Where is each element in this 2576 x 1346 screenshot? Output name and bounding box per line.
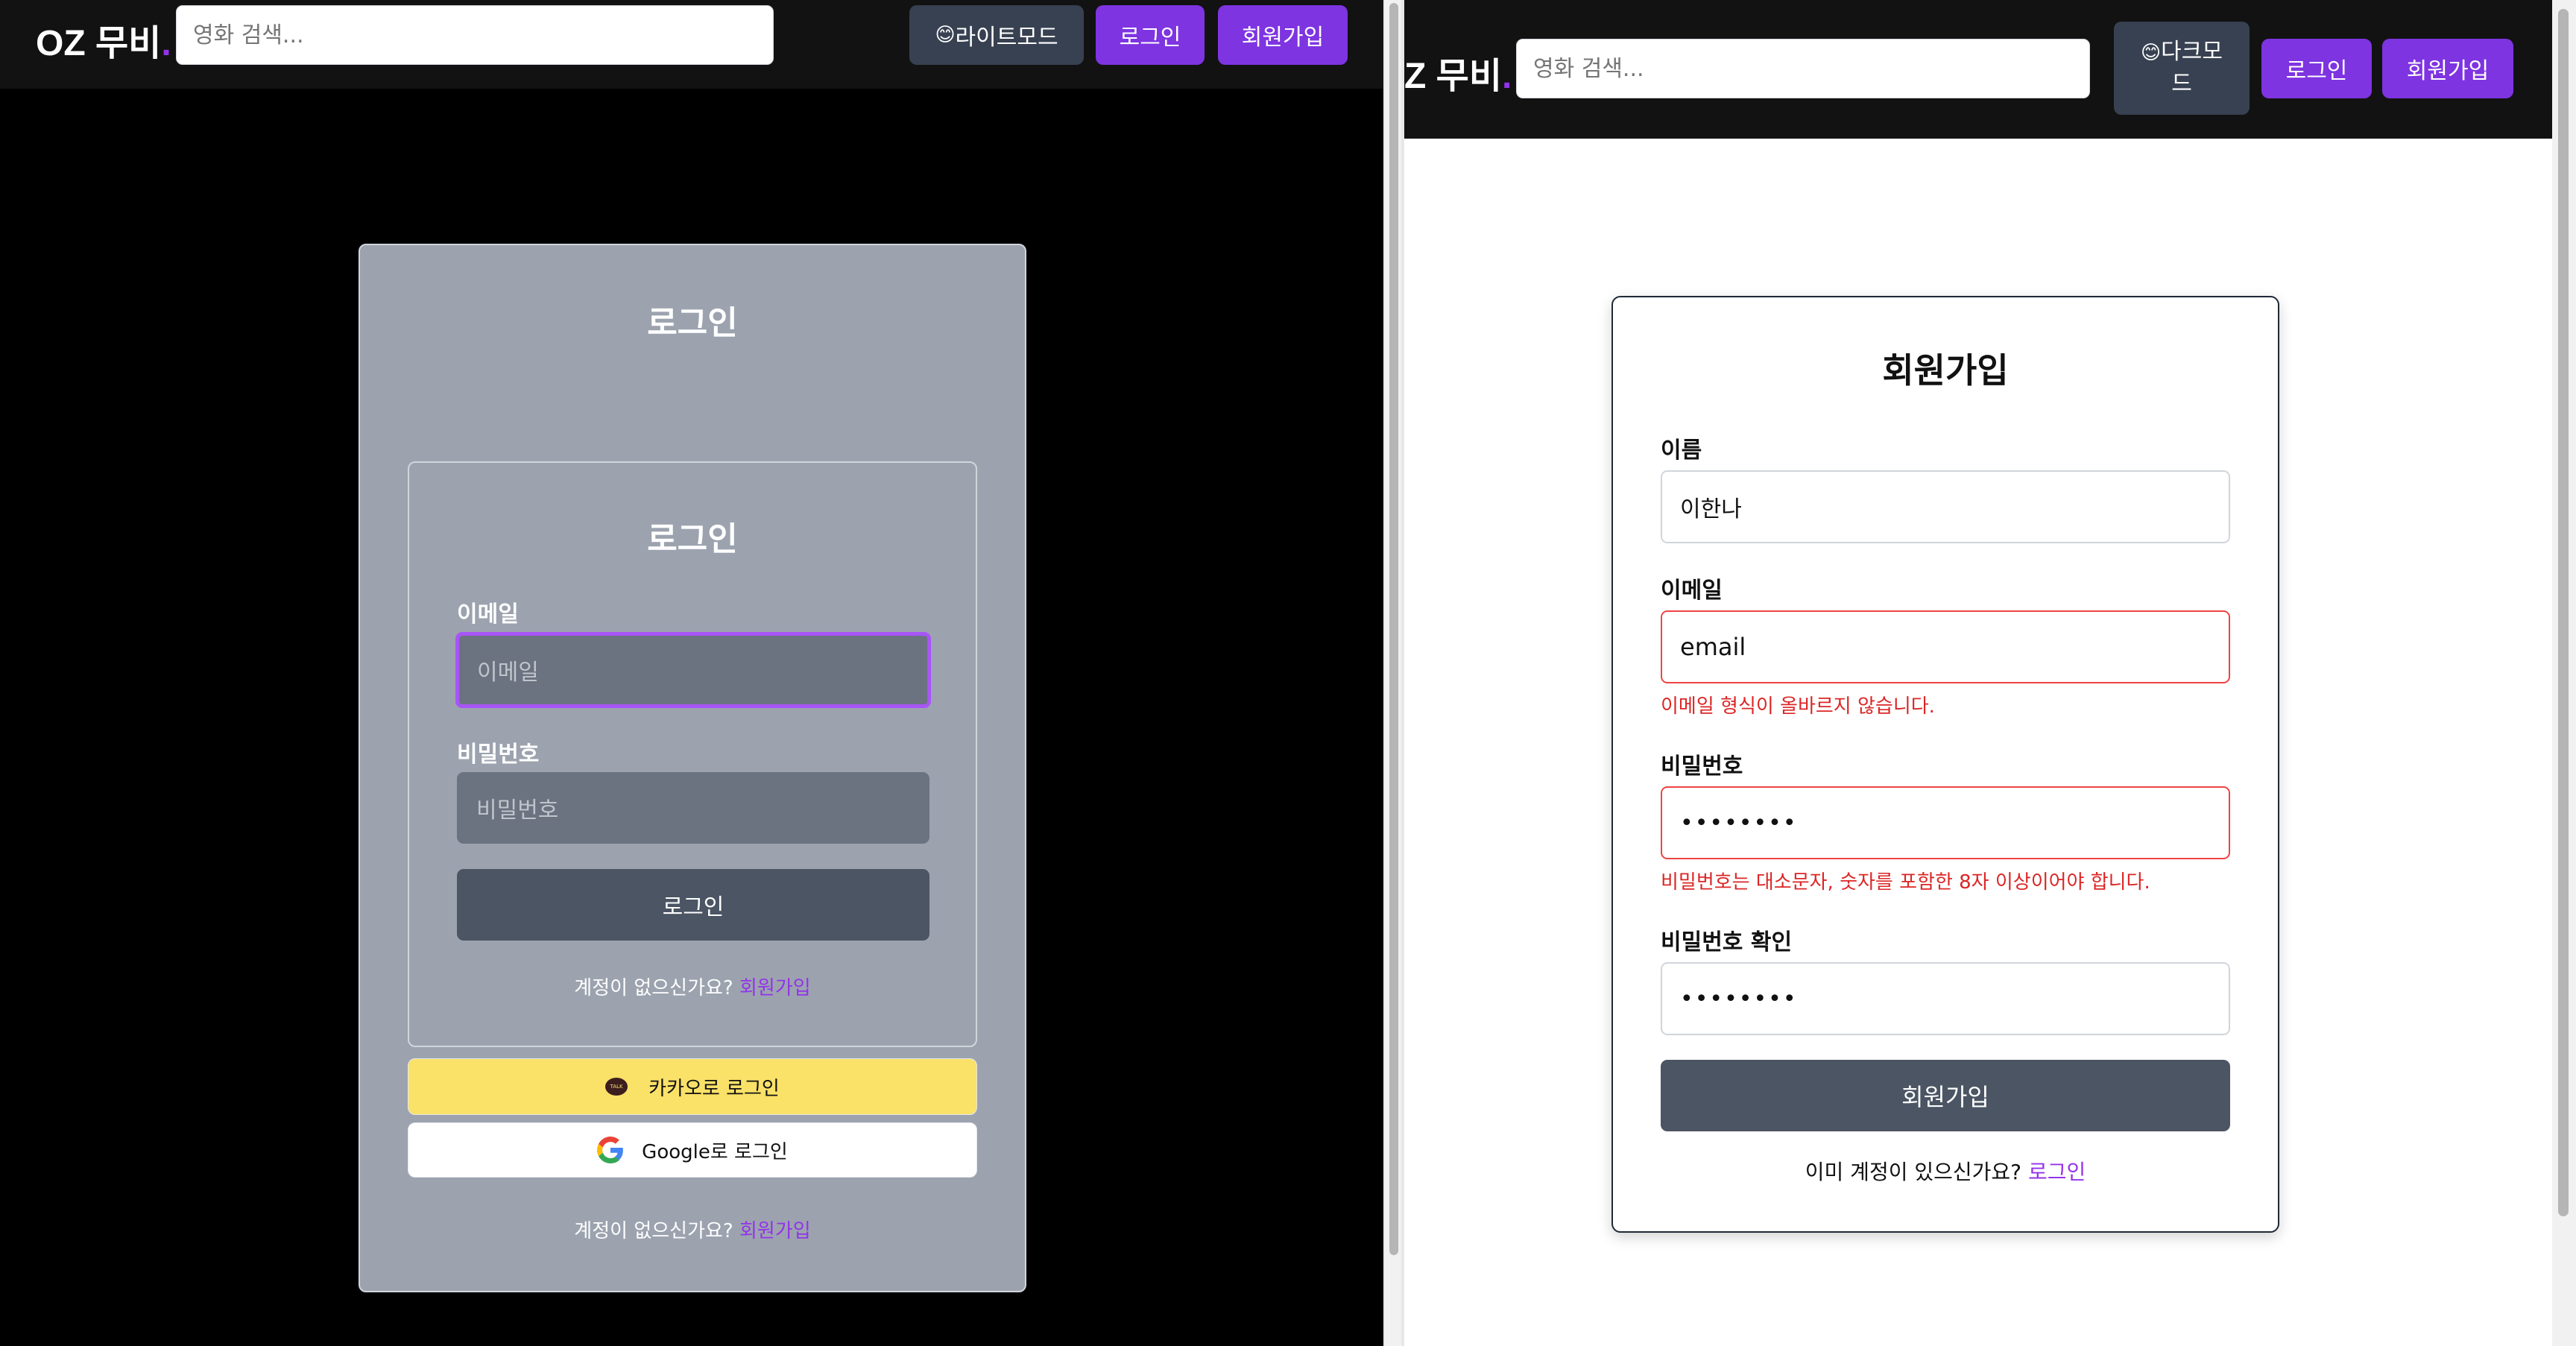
theme-toggle-button[interactable]: 😊다크모 드 <box>2114 22 2250 115</box>
login-button[interactable]: 로그인 <box>1096 5 1205 65</box>
smile-icon: 😊 <box>2141 42 2162 64</box>
theme-toggle-line1: 😊다크모 <box>2141 37 2223 69</box>
login-card: 로그인 이메일 이메일 비밀번호 비밀번호 로그인 계정이 없으신가요? 회원가… <box>408 461 977 1047</box>
signup-submit-button[interactable]: 회원가입 <box>1661 1060 2230 1131</box>
password-field[interactable]: 비밀번호 <box>457 772 929 844</box>
password-field[interactable]: •••••••• <box>1661 786 2230 859</box>
signup-button[interactable]: 회원가입 <box>2382 39 2513 98</box>
confirm-password-label: 비밀번호 확인 <box>1661 929 1793 955</box>
signup-prompt: 계정이 없으신가요? 회원가입 <box>409 973 976 1000</box>
email-field[interactable]: email <box>1661 610 2230 683</box>
login-submit-button[interactable]: 로그인 <box>457 869 929 941</box>
confirm-password-field[interactable]: •••••••• <box>1661 962 2230 1035</box>
navbar: OZ 무비. 😊라이트모드 로그인 회원가입 <box>0 0 1383 89</box>
theme-toggle-label: 다크모 <box>2161 39 2223 65</box>
logo[interactable]: Z 무비. <box>1404 46 1512 98</box>
navbar: Z 무비. 😊다크모 드 로그인 회원가입 <box>1404 0 2552 139</box>
left-scrollbar-thumb[interactable] <box>1389 3 1398 1255</box>
search-input[interactable] <box>1516 39 2090 98</box>
logo-dot: . <box>1501 57 1512 96</box>
panel-title: 로그인 <box>647 304 738 342</box>
signup-button[interactable]: 회원가입 <box>1218 5 1348 65</box>
smile-icon: 😊 <box>935 24 956 46</box>
email-error-message: 이메일 형식이 올바르지 않습니다. <box>1661 695 1935 718</box>
login-link[interactable]: 로그인 <box>2028 1160 2086 1184</box>
bottom-signup-link[interactable]: 회원가입 <box>739 1220 811 1242</box>
login-prompt: 이미 계정이 있으신가요? 로그인 <box>1613 1156 2278 1186</box>
theme-toggle-label: 라이트모드 <box>955 25 1058 51</box>
signup-prompt-text: 계정이 없으신가요? <box>574 977 733 999</box>
signup-card: 회원가입 이름 이한나 이메일 email 이메일 형식이 올바르지 않습니다.… <box>1611 296 2279 1233</box>
right-scrollbar-thumb[interactable] <box>2558 9 2569 1216</box>
theme-toggle-button[interactable]: 😊 라이트모드 <box>909 5 1084 65</box>
kakao-login-label: 카카오로 로그인 <box>648 1077 780 1100</box>
right-window: Z 무비. 😊다크모 드 로그인 회원가입 회원가입 이름 이한나 이메일 em… <box>1404 0 2576 1346</box>
logo-text: Z 무비 <box>1404 57 1502 96</box>
logo-text: OZ 무비 <box>36 24 162 63</box>
login-button[interactable]: 로그인 <box>2261 39 2372 98</box>
signup-link[interactable]: 회원가입 <box>739 977 811 999</box>
bottom-signup-prompt-text: 계정이 없으신가요? <box>574 1220 733 1242</box>
google-icon <box>597 1137 624 1163</box>
logo-dot: . <box>161 24 171 63</box>
card-title: 회원가입 <box>1882 350 2009 391</box>
password-label: 비밀번호 <box>1661 753 1743 780</box>
email-label: 이메일 <box>457 601 519 628</box>
email-field[interactable]: 이메일 <box>455 632 931 708</box>
password-label: 비밀번호 <box>457 742 540 768</box>
left-window: OZ 무비. 😊라이트모드 로그인 회원가입 로그인 로그인 이메일 이메일 비… <box>0 0 1383 1346</box>
email-label: 이메일 <box>1661 578 1723 604</box>
kakao-talk-icon: TALK <box>605 1078 628 1096</box>
password-error-message: 비밀번호는 대소문자, 숫자를 포함한 8자 이상이어야 합니다. <box>1661 871 2150 894</box>
card-title: 로그인 <box>647 520 738 558</box>
google-login-label: Google로 로그인 <box>642 1140 788 1163</box>
name-field[interactable]: 이한나 <box>1661 470 2230 543</box>
logo[interactable]: OZ 무비. <box>36 13 171 66</box>
theme-toggle-line2: 드 <box>2171 71 2192 97</box>
login-panel: 로그인 로그인 이메일 이메일 비밀번호 비밀번호 로그인 계정이 없으신가요?… <box>359 244 1026 1292</box>
search-input[interactable] <box>176 5 774 65</box>
name-label: 이름 <box>1661 437 1702 464</box>
kakao-login-button[interactable]: TALK 카카오로 로그인 <box>408 1058 977 1115</box>
google-login-button[interactable]: Google로 로그인 <box>408 1122 977 1178</box>
bottom-signup-prompt: 계정이 없으신가요? 회원가입 <box>360 1216 1025 1243</box>
window-divider <box>1383 0 1404 1346</box>
login-prompt-text: 이미 계정이 있으신가요? <box>1805 1160 2022 1184</box>
